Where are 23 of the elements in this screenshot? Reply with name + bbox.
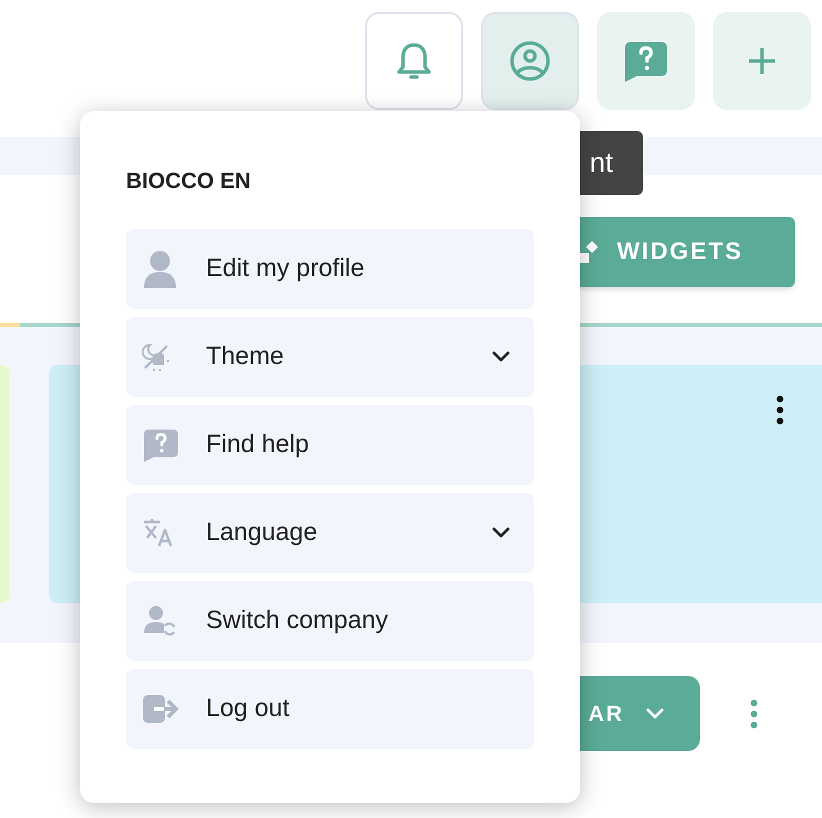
person-icon <box>142 250 178 288</box>
plus-icon <box>747 46 777 76</box>
menu-item[interactable]: Log out <box>126 669 534 749</box>
chevron-down-icon <box>492 351 510 363</box>
translate-icon <box>142 518 174 548</box>
help-bubble-icon <box>623 40 669 82</box>
chevron-down-icon <box>646 708 664 720</box>
user-icon <box>509 40 551 82</box>
logout-icon <box>142 694 180 724</box>
moon-sun-icon <box>142 343 170 371</box>
help-bubble-icon <box>142 428 180 462</box>
menu-title: BIOCCO EN <box>126 167 252 195</box>
menu-item[interactable]: Switch company <box>126 581 534 661</box>
header-icon-button[interactable] <box>365 12 463 110</box>
menu-item[interactable]: Language <box>126 493 534 573</box>
menu-item[interactable]: Edit my profile <box>126 229 534 309</box>
menu-item[interactable]: Theme <box>126 317 534 397</box>
chevron-down-icon <box>492 527 510 539</box>
menu-item[interactable]: Find help <box>126 405 534 485</box>
header-icon-button[interactable] <box>481 12 579 110</box>
more-icon[interactable] <box>776 395 784 425</box>
header-icon-button[interactable] <box>597 12 695 110</box>
person-swap-icon <box>142 605 176 637</box>
